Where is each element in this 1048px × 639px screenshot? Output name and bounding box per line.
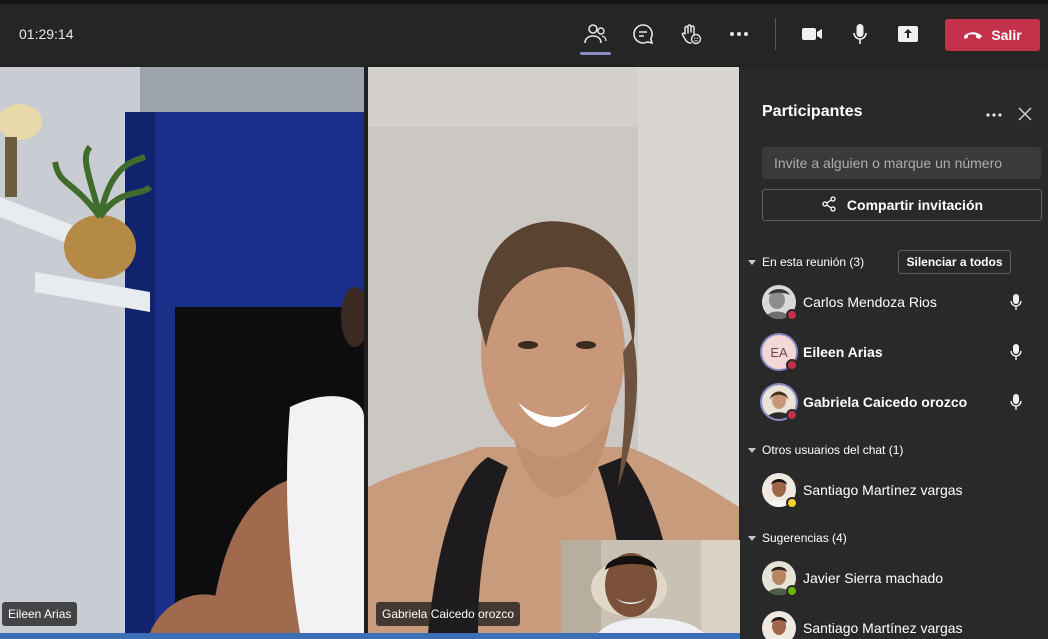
camera-button[interactable] — [797, 19, 827, 49]
meeting-toolbar: 01:29:14 Salir — [0, 4, 1048, 66]
mute-all-button[interactable]: Silenciar a todos — [898, 250, 1011, 274]
video-tile-eileen[interactable]: Eileen Arias — [0, 67, 364, 633]
section-in-meeting[interactable]: En esta reunión (3) — [748, 255, 864, 269]
chat-icon — [632, 23, 654, 45]
self-view-feed — [561, 540, 740, 636]
participant-name: Eileen Arias — [803, 344, 883, 360]
taskbar-edge — [0, 633, 740, 639]
section-label: Otros usuarios del chat (1) — [762, 443, 904, 457]
avatar — [762, 285, 798, 321]
share-screen-button[interactable] — [893, 19, 923, 49]
participant-name: Santiago Martínez vargas — [803, 482, 963, 498]
camera-icon — [801, 26, 823, 42]
panel-more-button[interactable] — [984, 103, 1004, 123]
reactions-button[interactable] — [676, 19, 706, 49]
avatar — [762, 611, 796, 639]
participant-row[interactable]: Santiago Martínez vargas — [740, 468, 1048, 512]
participants-button[interactable] — [580, 19, 610, 49]
participant-row[interactable]: Santiago Martínez vargas — [740, 606, 1048, 639]
share-invitation-button[interactable]: Compartir invitación — [762, 189, 1042, 221]
busy-status-icon — [786, 409, 798, 421]
raise-hand-icon — [680, 23, 702, 45]
microphone-icon — [852, 23, 868, 45]
people-icon — [583, 23, 607, 45]
meeting-timer: 01:29:14 — [19, 26, 74, 42]
chevron-down-icon — [748, 259, 756, 265]
participant-row[interactable]: Javier Sierra machado — [740, 556, 1048, 600]
participant-name: Carlos Mendoza Rios — [803, 294, 937, 310]
toolbar-divider — [775, 18, 776, 50]
section-chat-users[interactable]: Otros usuarios del chat (1) — [748, 443, 903, 457]
participant-name: Gabriela Caicedo orozco — [803, 394, 968, 410]
video-name-tag: Gabriela Caicedo orozco — [376, 602, 521, 626]
avatar: EA — [762, 335, 798, 371]
microphone-icon — [1009, 293, 1023, 311]
video-feed-eileen — [0, 67, 364, 633]
participant-row[interactable]: Carlos Mendoza Rios — [740, 280, 1048, 324]
close-panel-button[interactable] — [1016, 105, 1034, 123]
microphone-button[interactable] — [845, 19, 875, 49]
microphone-icon — [1009, 393, 1023, 411]
share-screen-icon — [897, 25, 919, 43]
invite-search-input[interactable] — [762, 147, 1041, 179]
section-label: Sugerencias (4) — [762, 531, 847, 545]
participants-panel: Participantes Compartir invitación En es… — [740, 67, 1048, 639]
video-name-tag: Eileen Arias — [2, 602, 78, 626]
teams-meeting-window: 01:29:14 Salir Eileen Arias Gabriela Cai… — [0, 0, 1048, 639]
more-icon — [986, 104, 1002, 122]
participant-row[interactable]: EA Eileen Arias — [740, 330, 1048, 374]
chevron-down-icon — [748, 447, 756, 453]
participant-name: Santiago Martínez vargas — [803, 620, 963, 636]
share-invitation-label: Compartir invitación — [846, 197, 984, 213]
avatar — [762, 561, 798, 597]
participant-row[interactable]: Gabriela Caicedo orozco — [740, 380, 1048, 424]
avatar — [762, 385, 798, 421]
share-icon — [821, 195, 837, 215]
leave-button[interactable]: Salir — [945, 19, 1040, 51]
section-suggestions[interactable]: Sugerencias (4) — [748, 531, 847, 545]
participant-name: Javier Sierra machado — [803, 570, 944, 586]
more-actions-button[interactable] — [724, 19, 754, 49]
chat-button[interactable] — [628, 19, 658, 49]
away-status-icon — [786, 497, 798, 509]
more-icon — [729, 31, 749, 37]
chevron-down-icon — [748, 535, 756, 541]
available-status-icon — [786, 585, 798, 597]
avatar — [762, 473, 798, 509]
leave-label: Salir — [991, 27, 1022, 43]
section-label: En esta reunión (3) — [762, 255, 865, 269]
close-icon — [1016, 107, 1034, 127]
busy-status-icon — [786, 359, 798, 371]
busy-status-icon — [786, 309, 798, 321]
active-tab-indicator — [580, 52, 611, 55]
panel-title: Participantes — [762, 103, 863, 120]
hang-up-icon — [963, 27, 983, 43]
microphone-icon — [1009, 343, 1023, 361]
self-view-video[interactable] — [561, 540, 740, 636]
